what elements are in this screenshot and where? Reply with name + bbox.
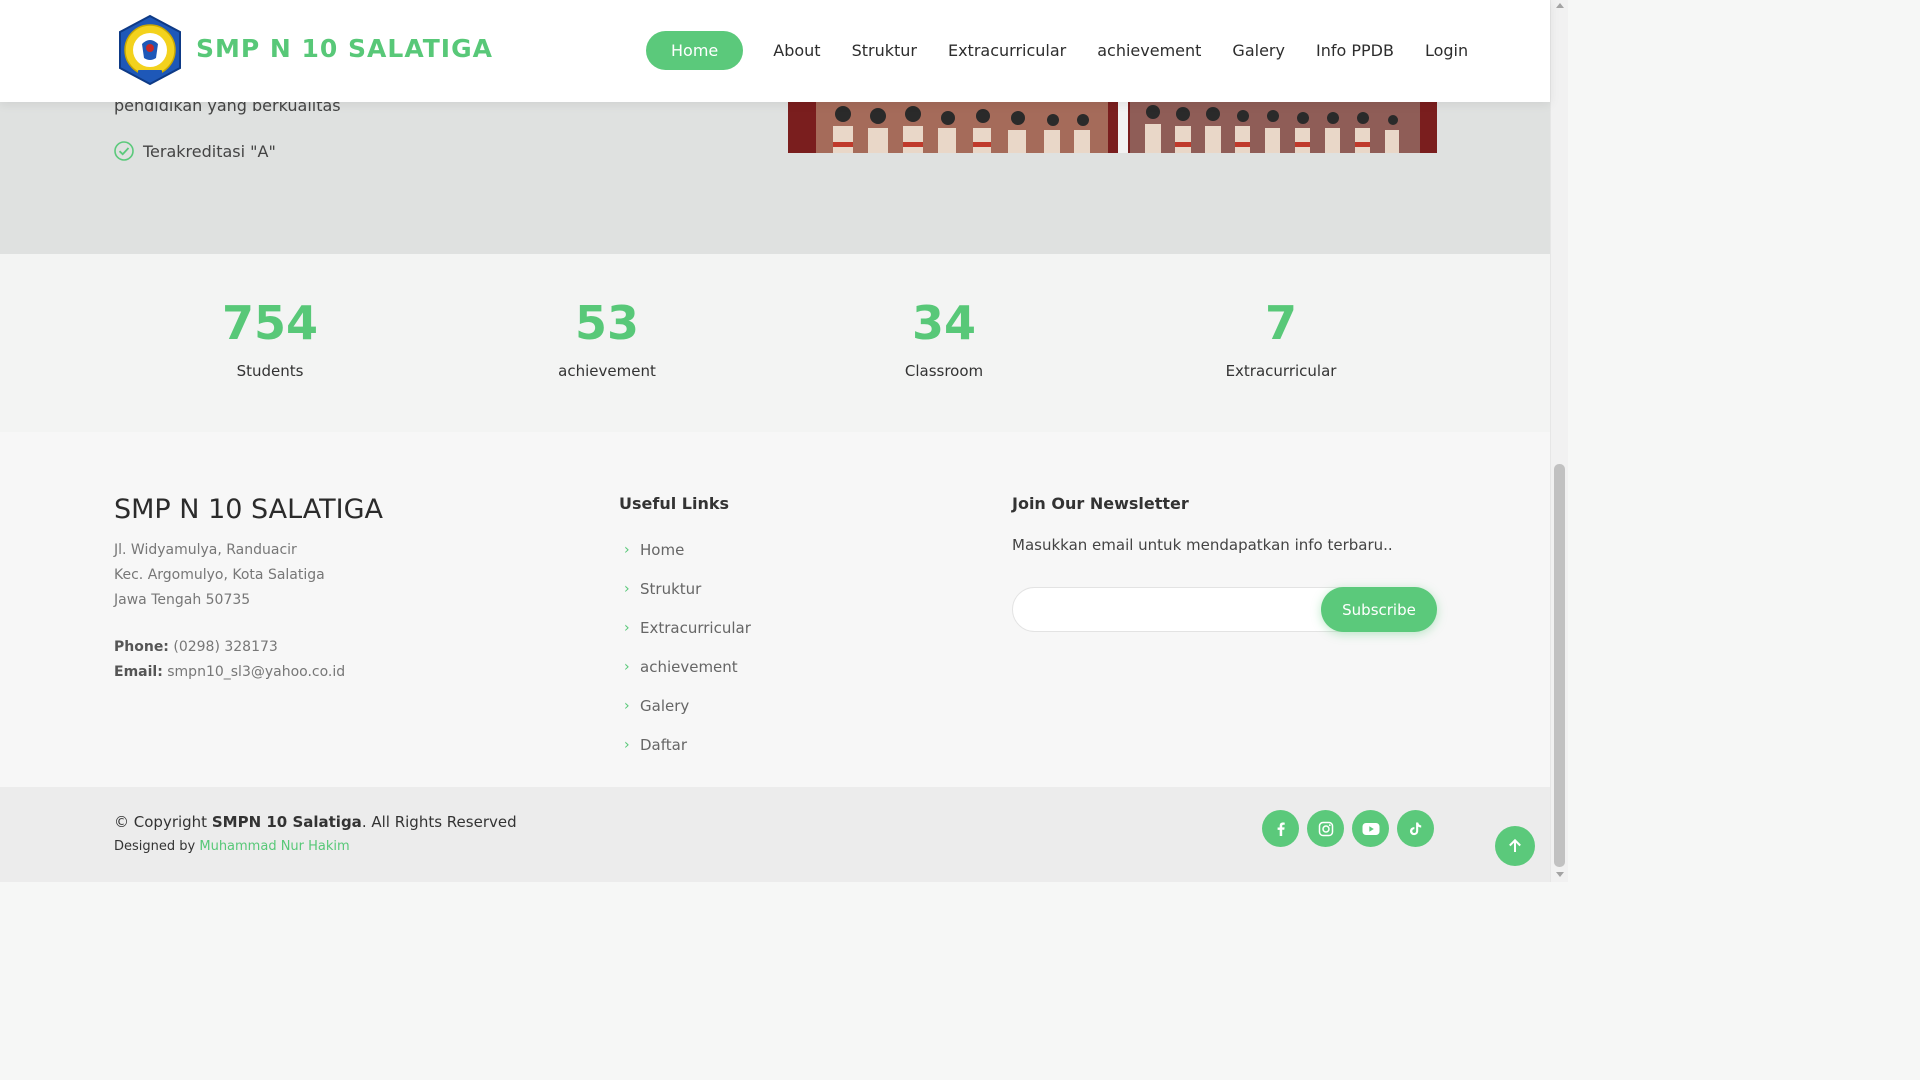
newsletter-email-input[interactable] [1031, 600, 1311, 616]
chevron-right-icon: › [624, 736, 630, 753]
copyright-prefix: © Copyright [114, 813, 208, 831]
designer-link[interactable]: Muhammad Nur Hakim [199, 839, 349, 854]
footer-link-label[interactable]: Extracurricular [640, 619, 751, 637]
nav-achievement[interactable]: achievement [1097, 41, 1201, 60]
footer-link-achievement[interactable]: › achievement [624, 647, 751, 686]
stat-label: Classroom [904, 362, 984, 380]
footer-address: Jl. Widyamulya, Randuacir Kec. Argomulyo… [114, 538, 325, 613]
designed-by: Designed by Muhammad Nur Hakim [114, 839, 350, 854]
nav-login[interactable]: Login [1425, 41, 1468, 60]
footer-contact: Phone: (0298) 328173 Email: smpn10_sl3@y… [114, 635, 345, 685]
subscribe-button[interactable]: Subscribe [1321, 587, 1437, 632]
footer-link-label[interactable]: Galery [640, 697, 689, 715]
nav-info-ppdb[interactable]: Info PPDB [1316, 41, 1394, 60]
stat-value: 754 [221, 296, 319, 350]
hero-check-item: Terakreditasi "A" [114, 141, 276, 161]
nav-struktur[interactable]: Struktur [852, 41, 917, 60]
stat-label: Students [236, 362, 304, 380]
stat-label: Extracurricular [1225, 362, 1337, 380]
chevron-right-icon: › [624, 580, 630, 597]
footer-link-extracurricular[interactable]: › Extracurricular [624, 608, 751, 647]
check-circle-icon [114, 141, 134, 161]
main-nav: Home About Struktur Extracurricular achi… [646, 31, 1468, 70]
scrollbar-thumb[interactable] [1554, 464, 1565, 867]
stats-section: 754 Students 53 achievement 34 Classroom… [0, 254, 1550, 432]
address-line: Jl. Widyamulya, Randuacir [114, 542, 297, 558]
facebook-icon[interactable] [1262, 810, 1299, 847]
footer-link-label[interactable]: Daftar [640, 736, 687, 754]
nav-extracurricular[interactable]: Extracurricular [948, 41, 1066, 60]
scroll-up-icon[interactable] [1556, 3, 1564, 8]
email-value: smpn10_sl3@yahoo.co.id [167, 664, 346, 680]
chevron-right-icon: › [624, 619, 630, 636]
brand-name[interactable]: SMP N 10 SALATIGA [196, 34, 493, 63]
site-footer: SMP N 10 SALATIGA Jl. Widyamulya, Randua… [0, 432, 1550, 787]
footer-link-label[interactable]: Struktur [640, 580, 701, 598]
stat-value: 53 [574, 296, 639, 350]
address-line: Jawa Tengah 50735 [114, 592, 251, 608]
useful-links-heading: Useful Links [619, 494, 730, 513]
youtube-icon[interactable] [1352, 810, 1389, 847]
footer-link-struktur[interactable]: › Struktur [624, 569, 751, 608]
social-links [1262, 810, 1442, 847]
stat-classroom: 34 Classroom [814, 296, 1074, 380]
arrow-up-icon [1509, 838, 1521, 852]
copyright-text: © Copyright SMPN 10 Salatiga. All Rights… [114, 813, 517, 831]
scroll-down-icon[interactable] [1556, 872, 1564, 877]
stat-students: 754 Students [140, 296, 400, 380]
nav-about[interactable]: About [773, 41, 820, 60]
newsletter-description: Masukkan email untuk mendapatkan info te… [1012, 536, 1393, 554]
chevron-right-icon: › [624, 658, 630, 675]
footer-link-galery[interactable]: › Galery [624, 686, 751, 725]
newsletter-heading: Join Our Newsletter [1012, 494, 1189, 513]
stat-extracurricular: 7 Extracurricular [1151, 296, 1411, 380]
page-scrollbar[interactable] [1550, 0, 1568, 882]
copyright-suffix: . All Rights Reserved [361, 813, 517, 831]
chevron-right-icon: › [624, 541, 630, 558]
phone-line: Phone: (0298) 328173 [114, 635, 345, 660]
tiktok-icon[interactable] [1397, 810, 1434, 847]
hero-photo [788, 102, 1437, 153]
site-header: SMP N 10 SALATIGA Home About Struktur Ex… [0, 0, 1550, 102]
newsletter-form: Subscribe [1012, 587, 1437, 632]
email-line: Email: smpn10_sl3@yahoo.co.id [114, 660, 345, 685]
phone-label: Phone: [114, 639, 169, 655]
back-to-top-button[interactable] [1495, 826, 1535, 866]
stat-achievement: 53 achievement [477, 296, 737, 380]
chevron-right-icon: › [624, 697, 630, 714]
designed-prefix: Designed by [114, 839, 196, 854]
address-line: Kec. Argomulyo, Kota Salatiga [114, 567, 325, 583]
stat-label: achievement [558, 362, 656, 380]
footer-link-daftar[interactable]: › Daftar [624, 725, 751, 764]
copyright-name: SMPN 10 Salatiga [211, 813, 362, 831]
footer-link-home[interactable]: › Home [624, 530, 751, 569]
footer-link-label[interactable]: Home [640, 541, 684, 559]
school-logo-icon[interactable] [114, 14, 186, 86]
footer-title: SMP N 10 SALATIGA [114, 494, 384, 525]
hero-check-label: Terakreditasi "A" [143, 141, 276, 161]
instagram-icon[interactable] [1307, 810, 1344, 847]
footer-bottom-bar: © Copyright SMPN 10 Salatiga. All Rights… [0, 787, 1550, 882]
hero-section: pendidikan yang berkualitas Terakreditas… [0, 96, 1550, 254]
stat-value: 34 [911, 296, 976, 350]
stat-value: 7 [1264, 296, 1297, 350]
nav-galery[interactable]: Galery [1232, 41, 1285, 60]
phone-value: (0298) 328173 [173, 639, 278, 655]
nav-home[interactable]: Home [646, 31, 744, 70]
email-label: Email: [114, 664, 163, 680]
useful-links-list: › Home › Struktur › Extracurricular › achiev… [624, 530, 751, 764]
footer-link-label[interactable]: achievement [640, 658, 738, 676]
